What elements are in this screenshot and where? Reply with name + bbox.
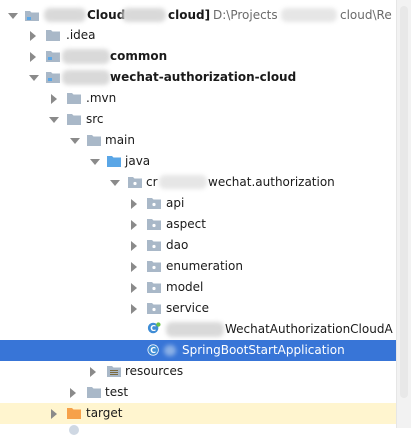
resources-folder-icon [107, 366, 121, 377]
redacted-text [281, 8, 337, 22]
spring-boot-class-icon: C [147, 322, 161, 334]
folder-icon [46, 30, 60, 41]
expand-arrow-icon[interactable] [49, 117, 59, 123]
folder-label: test [105, 385, 129, 399]
redacted-text [122, 8, 166, 22]
package-label: dao [166, 238, 189, 252]
redacted-text [62, 70, 110, 85]
tree-row-package[interactable]: cr wechat.authorization [0, 172, 396, 193]
package-icon [128, 177, 142, 188]
package-icon [147, 282, 161, 293]
module-folder-icon [46, 51, 60, 62]
package-icon [147, 240, 161, 251]
root-module-suffix: cloud] [168, 8, 211, 22]
scrollbar-thumb[interactable] [400, 6, 408, 398]
tree-row-root[interactable]: Cloud cloud] D:\Projects cloud\Re [0, 5, 396, 26]
tree-row-spring-boot-class[interactable]: C SpringBootStartApplication [0, 340, 396, 361]
package-label: service [166, 301, 209, 315]
folder-icon [87, 135, 101, 146]
class-label: WechatAuthorizationCloudA [225, 322, 393, 336]
tree-row-common[interactable]: common [0, 46, 396, 67]
redacted-icon [164, 345, 176, 356]
collapse-arrow-icon[interactable] [131, 262, 137, 272]
tree-row-cloud-app-class[interactable]: C WechatAuthorizationCloudA [0, 319, 396, 340]
redacted-text [166, 322, 224, 337]
redacted-text [159, 175, 207, 189]
package-icon [147, 261, 161, 272]
folder-label: resources [125, 364, 184, 378]
expand-arrow-icon[interactable] [29, 75, 39, 81]
module-label: wechat-authorization-cloud [110, 70, 297, 84]
tree-row-src[interactable]: src [0, 109, 396, 130]
package-icon [147, 219, 161, 230]
collapse-arrow-icon[interactable] [51, 94, 57, 104]
svg-text:C: C [150, 346, 156, 355]
expand-arrow-icon[interactable] [8, 13, 18, 19]
tree-row-target[interactable]: target [0, 403, 411, 424]
project-tree-panel: Cloud cloud] D:\Projects cloud\Re .idea … [0, 0, 411, 435]
collapse-arrow-icon[interactable] [30, 31, 36, 41]
collapse-arrow-icon[interactable] [70, 388, 76, 398]
package-suffix: wechat.authorization [208, 175, 335, 189]
file-icon [69, 425, 79, 435]
collapse-arrow-icon[interactable] [90, 367, 96, 377]
folder-label: src [86, 112, 104, 126]
package-icon [147, 303, 161, 314]
redacted-text [44, 8, 86, 22]
redacted-text [62, 49, 110, 64]
package-label: api [166, 196, 185, 210]
tree-row-java[interactable]: java [0, 151, 396, 172]
tree-row-resources[interactable]: resources [0, 361, 396, 382]
folder-label: target [86, 406, 123, 420]
expand-arrow-icon[interactable] [110, 180, 120, 186]
folder-label: .mvn [86, 91, 117, 105]
package-label: model [166, 280, 204, 294]
vertical-scrollbar[interactable] [396, 0, 411, 428]
excluded-folder-icon [67, 408, 81, 419]
source-folder-icon [107, 156, 121, 167]
tree-row-mvn[interactable]: .mvn [0, 88, 396, 109]
tree-row-package-aspect[interactable]: aspect [0, 214, 396, 235]
folder-label: .idea [66, 28, 96, 42]
tree-row-auth-module[interactable]: wechat-authorization-cloud [0, 67, 396, 88]
root-path-prefix: D:\Projects [213, 8, 278, 22]
tree-row-package-dao[interactable]: dao [0, 235, 396, 256]
root-path-suffix: cloud\Re [340, 8, 392, 22]
expand-arrow-icon[interactable] [70, 138, 80, 144]
root-module-name: Cloud [87, 8, 126, 22]
package-icon [147, 198, 161, 209]
folder-label: main [105, 133, 135, 147]
tree-row-package-service[interactable]: service [0, 298, 396, 319]
class-label: SpringBootStartApplication [182, 343, 345, 357]
collapse-arrow-icon[interactable] [131, 283, 137, 293]
folder-label: java [125, 154, 151, 168]
collapse-arrow-icon[interactable] [30, 52, 36, 62]
tree-row-package-enumeration[interactable]: enumeration [0, 256, 396, 277]
module-label: common [110, 49, 168, 63]
tree-row-idea[interactable]: .idea [0, 25, 396, 46]
folder-icon [67, 114, 81, 125]
module-folder-icon [46, 72, 60, 83]
tree-row-test[interactable]: test [0, 382, 396, 403]
expand-arrow-icon[interactable] [90, 159, 100, 165]
svg-text:C: C [150, 324, 156, 333]
package-label: enumeration [166, 259, 243, 273]
package-prefix: cr [146, 175, 158, 189]
class-icon: C [147, 344, 159, 356]
collapse-arrow-icon[interactable] [131, 199, 137, 209]
package-label: aspect [166, 217, 206, 231]
module-folder-icon [25, 11, 39, 21]
collapse-arrow-icon[interactable] [131, 304, 137, 314]
folder-icon [87, 387, 101, 398]
tree-row-main[interactable]: main [0, 130, 396, 151]
tree-row-package-model[interactable]: model [0, 277, 396, 298]
tree-row-package-api[interactable]: api [0, 193, 396, 214]
collapse-arrow-icon[interactable] [51, 409, 57, 419]
collapse-arrow-icon[interactable] [131, 241, 137, 251]
collapse-arrow-icon[interactable] [131, 220, 137, 230]
folder-icon [67, 93, 81, 104]
